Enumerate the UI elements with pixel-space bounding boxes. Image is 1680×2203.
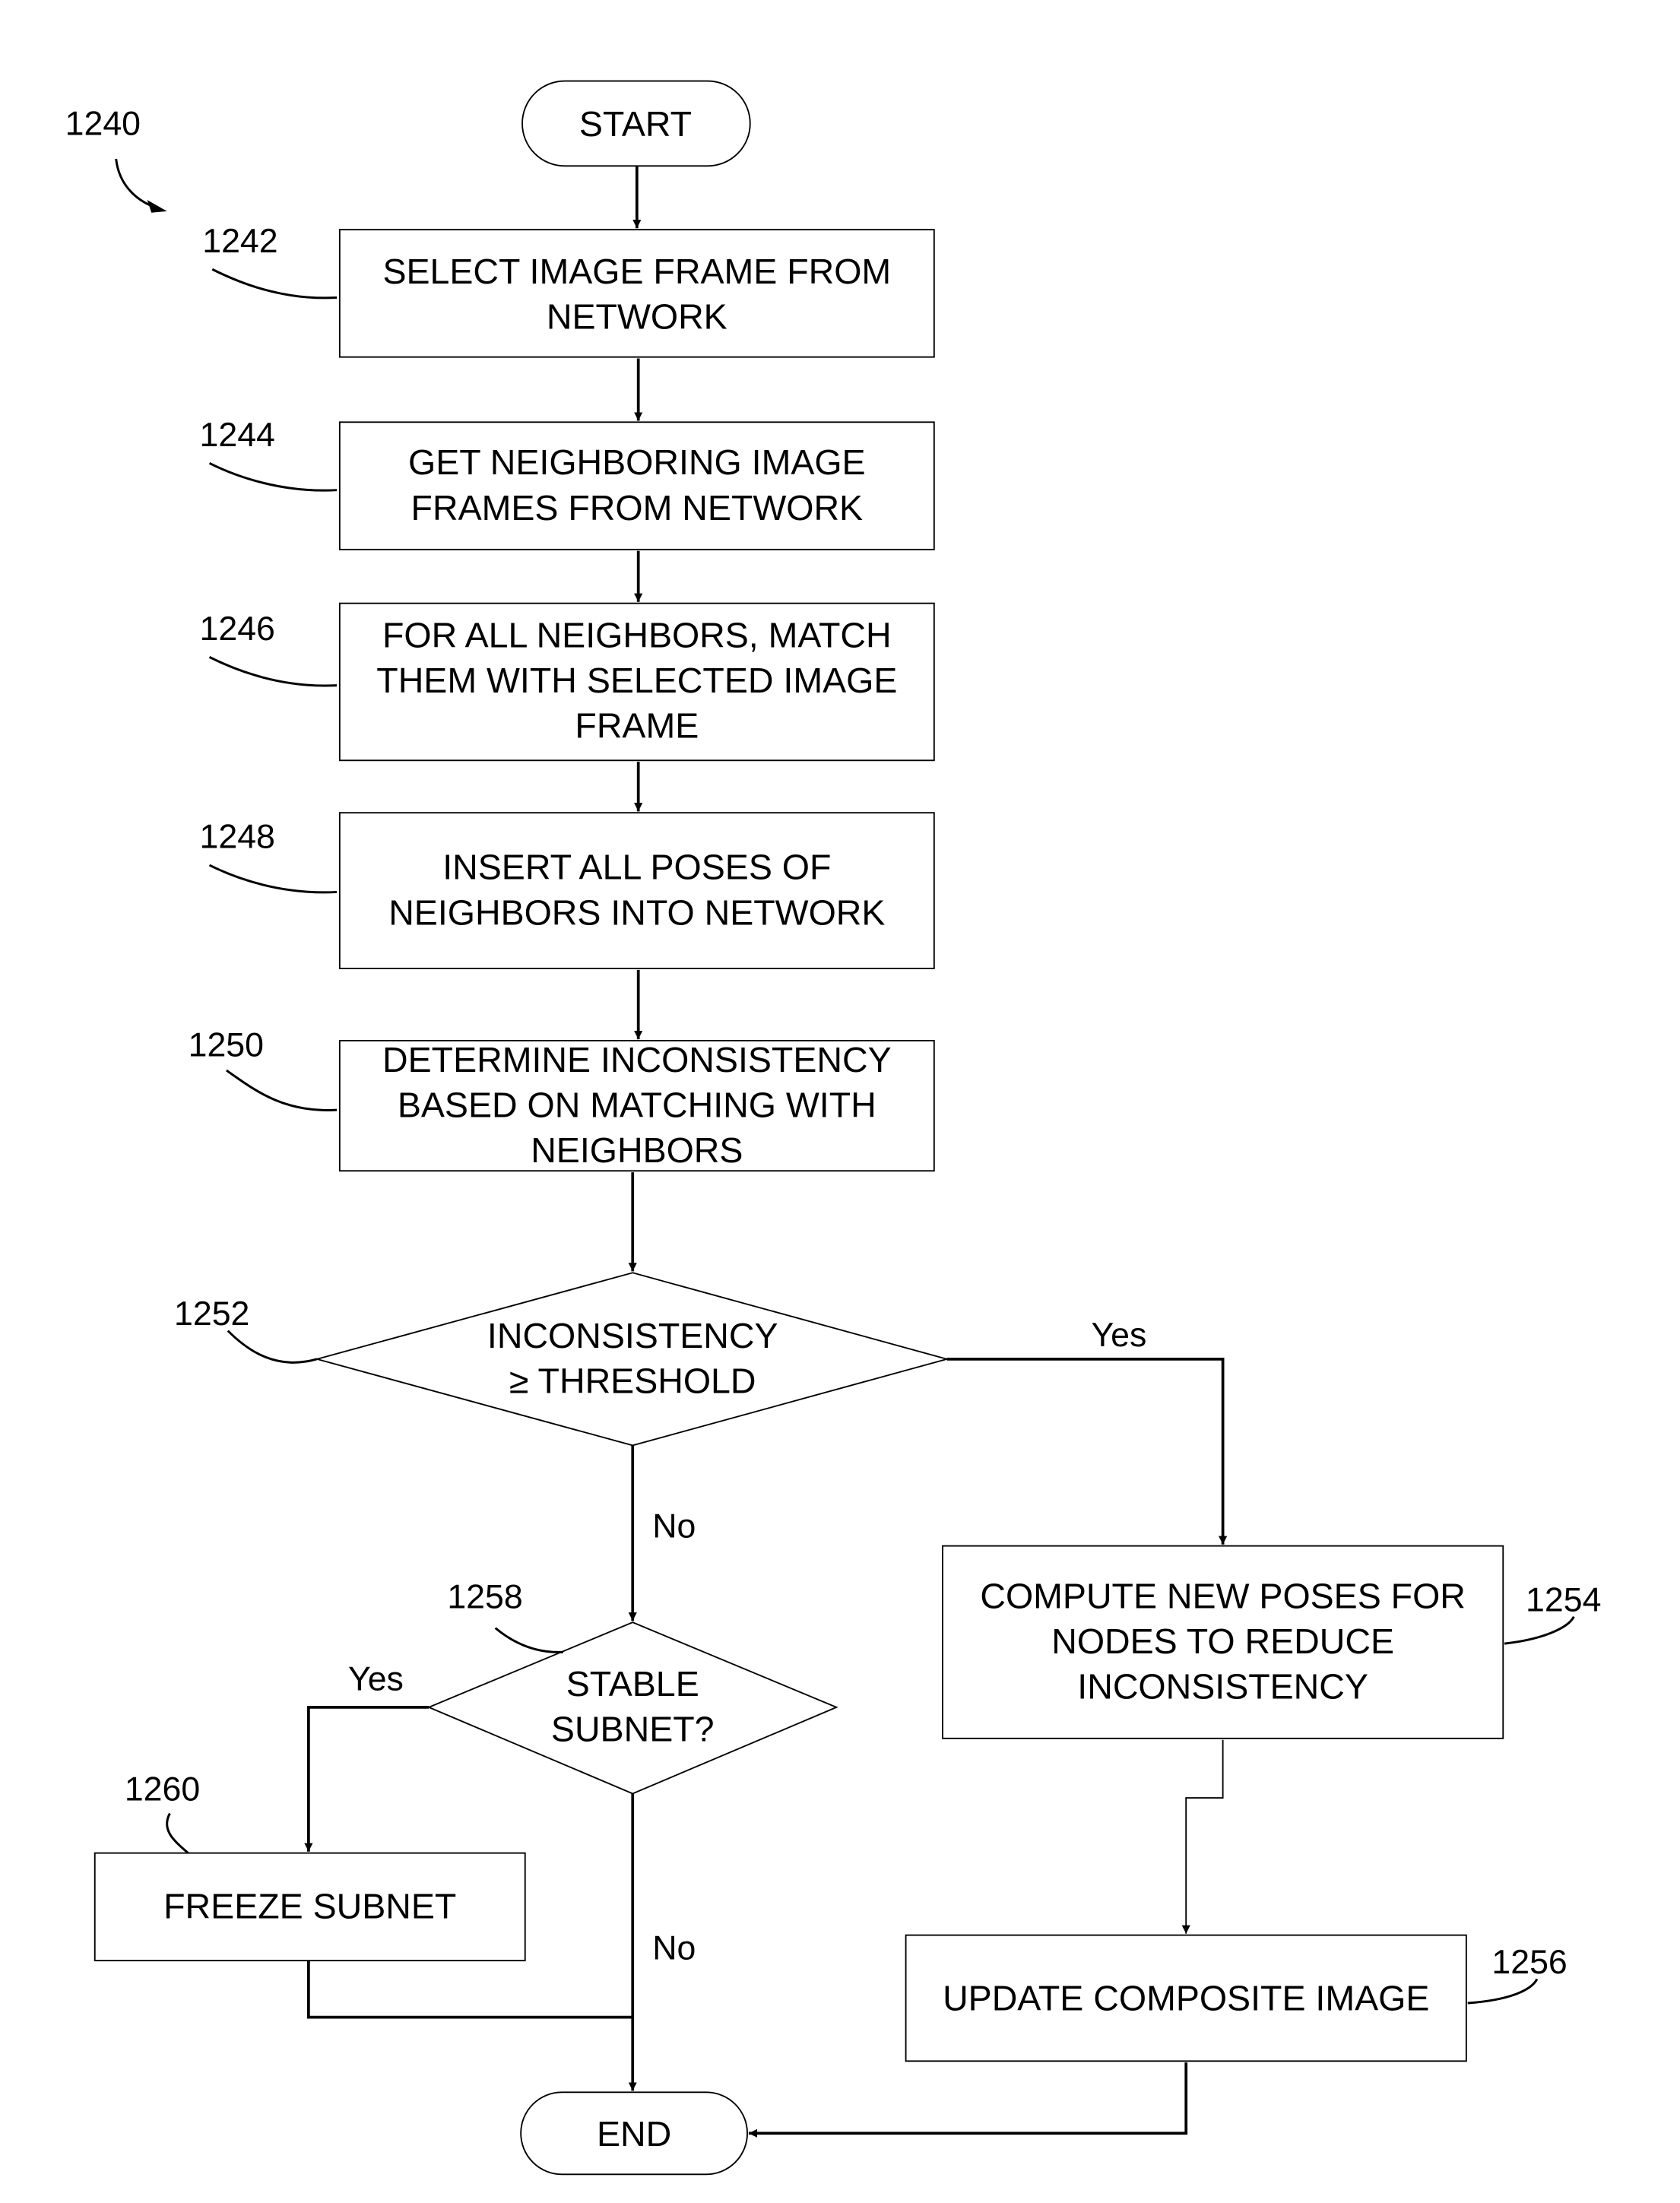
leader-1244	[208, 461, 338, 492]
leader-1256	[1467, 1978, 1539, 2005]
leader-1246	[208, 656, 338, 687]
start-label: START	[579, 104, 692, 144]
figure-reference: 1240	[65, 105, 141, 142]
leader-1254	[1504, 1615, 1575, 1645]
label-1258-no: No	[652, 1929, 696, 1967]
leader-1252	[227, 1330, 318, 1364]
step-1246-line-2: THEM WITH SELECTED IMAGE	[376, 661, 897, 700]
step-1244-line-2: FRAMES FROM NETWORK	[411, 488, 864, 528]
label-1258-yes: Yes	[348, 1661, 404, 1698]
step-1256-line-1: UPDATE COMPOSITE IMAGE	[943, 1978, 1429, 2018]
step-1250-line-3: NEIGHBORS	[531, 1130, 743, 1170]
ref-1244: 1244	[200, 417, 275, 454]
step-1244-line-1: GET NEIGHBORING IMAGE	[408, 442, 866, 482]
start-node: START	[521, 80, 751, 167]
label-1252-yes: Yes	[1091, 1317, 1146, 1354]
leader-1260	[166, 1812, 189, 1854]
leader-1258	[494, 1627, 564, 1653]
ref-1242: 1242	[202, 223, 277, 260]
step-1254: COMPUTE NEW POSES FOR NODES TO REDUCE IN…	[942, 1545, 1504, 1739]
decision-1258-line-1: STABLE	[566, 1664, 699, 1704]
end-node: END	[520, 2091, 748, 2176]
step-1248-line-2: NEIGHBORS INTO NETWORK	[388, 892, 885, 932]
step-1250-line-1: DETERMINE INCONSISTENCY	[382, 1040, 892, 1079]
edge-1260-merge	[307, 1961, 633, 2019]
edge-1258-yes	[304, 1706, 430, 1852]
decision-1252: INCONSISTENCY ≥ THRESHOLD	[314, 1272, 950, 1447]
ref-1248: 1248	[200, 819, 275, 856]
edge-1254-1256	[1181, 1739, 1224, 1934]
ref-1252: 1252	[174, 1295, 249, 1333]
step-1254-line-3: INCONSISTENCY	[1077, 1667, 1368, 1707]
ref-1250: 1250	[189, 1026, 264, 1063]
edge-1256-end	[748, 2062, 1188, 2138]
step-1254-line-2: NODES TO REDUCE	[1051, 1621, 1394, 1661]
step-1254-line-1: COMPUTE NEW POSES FOR	[980, 1577, 1466, 1616]
decision-1258: STABLE SUBNET?	[426, 1621, 838, 1795]
step-1248: INSERT ALL POSES OF NEIGHBORS INTO NETWO…	[338, 812, 935, 969]
ref-1258: 1258	[447, 1579, 522, 1616]
figure-reference-arrow	[115, 158, 159, 210]
step-1248-line-1: INSERT ALL POSES OF	[442, 848, 831, 887]
ref-1260: 1260	[125, 1771, 200, 1808]
decision-1252-line-1: INCONSISTENCY	[487, 1316, 778, 1355]
step-1260-line-1: FREEZE SUBNET	[163, 1886, 456, 1926]
figure-reference-arrowhead	[147, 200, 167, 213]
leader-1248	[208, 864, 338, 894]
step-1244: GET NEIGHBORING IMAGE FRAMES FROM NETWOR…	[338, 421, 935, 550]
step-1242-line-1: SELECT IMAGE FRAME FROM	[382, 252, 891, 291]
flowchart: 1240 START SELECT IMAGE FRAME FROM NETWO…	[65, 80, 1601, 2176]
step-1246: FOR ALL NEIGHBORS, MATCH THEM WITH SELEC…	[338, 602, 935, 762]
label-1252-no: No	[652, 1507, 696, 1545]
step-1246-line-1: FOR ALL NEIGHBORS, MATCH	[382, 615, 892, 655]
leader-1242	[211, 268, 338, 300]
step-1256: UPDATE COMPOSITE IMAGE	[905, 1934, 1467, 2062]
step-1242: SELECT IMAGE FRAME FROM NETWORK	[338, 229, 935, 358]
step-1246-line-3: FRAME	[575, 706, 699, 746]
end-label: END	[597, 2114, 671, 2154]
step-1242-line-2: NETWORK	[547, 296, 727, 336]
ref-1256: 1256	[1491, 1944, 1567, 1981]
step-1250: DETERMINE INCONSISTENCY BASED ON MATCHIN…	[338, 1040, 935, 1172]
step-1260: FREEZE SUBNET	[94, 1852, 526, 1962]
edge-1252-yes	[946, 1357, 1228, 1545]
decision-1258-line-2: SUBNET?	[551, 1710, 715, 1749]
leader-1250	[226, 1069, 338, 1111]
decision-1252-line-2: ≥ THRESHOLD	[509, 1361, 756, 1401]
ref-1246: 1246	[200, 610, 275, 648]
step-1250-line-2: BASED ON MATCHING WITH	[398, 1085, 876, 1124]
ref-1254: 1254	[1526, 1581, 1601, 1618]
